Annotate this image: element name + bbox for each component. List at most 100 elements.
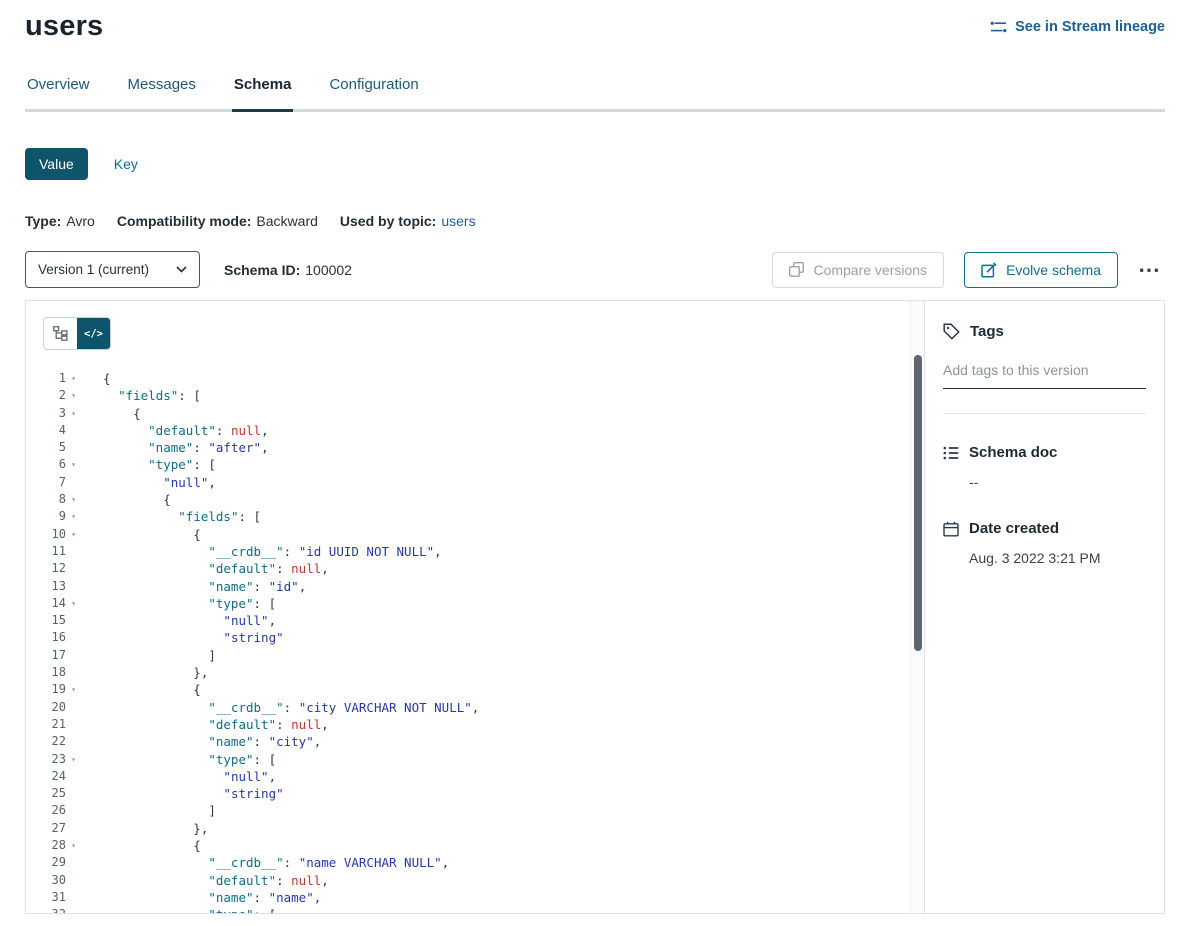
fold-toggle-icon[interactable]: ▾	[66, 508, 81, 525]
fold-spacer	[66, 560, 81, 577]
fold-toggle-icon[interactable]: ▾	[66, 837, 81, 854]
schema-id: Schema ID:100002	[224, 262, 352, 278]
fold-toggle-icon[interactable]: ▾	[66, 491, 81, 508]
tags-input[interactable]	[943, 356, 1146, 389]
version-select-value: Version 1 (current)	[38, 262, 149, 277]
value-toggle-button[interactable]: Value	[25, 148, 88, 180]
schema-doc-heading: Schema doc	[943, 444, 1146, 461]
line-number: 24	[40, 768, 66, 785]
fold-spacer	[66, 629, 81, 646]
evolve-schema-label: Evolve schema	[1006, 262, 1101, 278]
calendar-icon	[943, 521, 959, 537]
line-number: 3	[40, 405, 66, 422]
code-text: "fields": [	[103, 387, 201, 404]
code-line-29: 29 "__crdb__": "name VARCHAR NULL",	[40, 854, 924, 871]
line-number: 23	[40, 751, 66, 768]
fold-toggle-icon[interactable]: ▾	[66, 387, 81, 404]
tree-view-button[interactable]	[44, 318, 77, 349]
code-line-2: 2▾ "fields": [	[40, 387, 924, 404]
tags-section: Tags	[943, 323, 1146, 414]
code-line-7: 7 "null",	[40, 474, 924, 491]
code-text: "string"	[103, 629, 284, 646]
fold-spacer	[66, 889, 81, 906]
fold-spacer	[66, 768, 81, 785]
schema-meta-row: Type:Avro Compatibility mode:Backward Us…	[25, 213, 1165, 229]
fold-toggle-icon[interactable]: ▾	[66, 370, 81, 387]
line-number: 17	[40, 647, 66, 664]
code-line-10: 10▾ {	[40, 526, 924, 543]
code-line-9: 9▾ "fields": [	[40, 508, 924, 525]
tag-icon	[943, 323, 960, 340]
code-text: "string"	[103, 785, 284, 802]
code-text: "type": [	[103, 456, 216, 473]
page-title: users	[25, 10, 103, 43]
line-number: 26	[40, 802, 66, 819]
tab-overview[interactable]: Overview	[25, 76, 92, 109]
line-number: 9	[40, 508, 66, 525]
line-number: 10	[40, 526, 66, 543]
code-line-28: 28▾ {	[40, 837, 924, 854]
code-line-14: 14▾ "type": [	[40, 595, 924, 612]
tab-messages[interactable]: Messages	[126, 76, 198, 109]
line-number: 29	[40, 854, 66, 871]
fold-toggle-icon[interactable]: ▾	[66, 681, 81, 698]
code-line-21: 21 "default": null,	[40, 716, 924, 733]
tab-schema[interactable]: Schema	[232, 76, 294, 112]
line-number: 32	[40, 906, 66, 913]
code-text: "name": "city",	[103, 733, 321, 750]
tab-configuration[interactable]: Configuration	[327, 76, 420, 109]
line-number: 2	[40, 387, 66, 404]
compare-versions-button[interactable]: Compare versions	[772, 252, 944, 288]
code-text: {	[103, 370, 111, 387]
line-number: 15	[40, 612, 66, 629]
code-line-16: 16 "string"	[40, 629, 924, 646]
line-number: 6	[40, 456, 66, 473]
code-text: "null",	[103, 768, 276, 785]
key-toggle-button[interactable]: Key	[114, 156, 138, 172]
code-line-20: 20 "__crdb__": "city VARCHAR NOT NULL",	[40, 699, 924, 716]
line-number: 13	[40, 578, 66, 595]
fold-toggle-icon[interactable]: ▾	[66, 595, 81, 612]
compatibility-value: Backward	[256, 213, 317, 229]
stream-lineage-label: See in Stream lineage	[1015, 19, 1165, 35]
code-text: {	[103, 491, 171, 508]
date-created-title: Date created	[969, 520, 1059, 537]
editor-scrollbar-thumb[interactable]	[914, 355, 922, 651]
date-created-value: Aug. 3 2022 3:21 PM	[969, 550, 1146, 566]
value-key-toggle: Value Key	[25, 148, 1165, 180]
code-view-button[interactable]: </>	[77, 318, 110, 349]
fold-toggle-icon[interactable]: ▾	[66, 906, 81, 913]
code-line-31: 31 "name": "name",	[40, 889, 924, 906]
code-text: {	[103, 837, 201, 854]
code-line-17: 17 ]	[40, 647, 924, 664]
code-text: "fields": [	[103, 508, 261, 525]
fold-spacer	[66, 785, 81, 802]
more-options-button[interactable]: ⋯	[1134, 259, 1165, 281]
code-line-30: 30 "default": null,	[40, 872, 924, 889]
version-select[interactable]: Version 1 (current)	[25, 251, 200, 288]
editor-view-toggle: </>	[43, 317, 111, 350]
topic-link[interactable]: users	[441, 213, 475, 229]
type-meta: Type:Avro	[25, 213, 95, 229]
editor-scrollbar[interactable]	[910, 301, 924, 913]
stream-lineage-link[interactable]: See in Stream lineage	[990, 19, 1165, 35]
code-line-5: 5 "name": "after",	[40, 439, 924, 456]
schema-id-value: 100002	[305, 262, 352, 278]
fold-toggle-icon[interactable]: ▾	[66, 751, 81, 768]
fold-spacer	[66, 612, 81, 629]
line-number: 19	[40, 681, 66, 698]
fold-toggle-icon[interactable]: ▾	[66, 456, 81, 473]
code-text: ]	[103, 647, 216, 664]
line-number: 31	[40, 889, 66, 906]
code-text: "__crdb__": "name VARCHAR NULL",	[103, 854, 449, 871]
line-number: 16	[40, 629, 66, 646]
type-label: Type:	[25, 213, 61, 229]
fold-toggle-icon[interactable]: ▾	[66, 405, 81, 422]
line-number: 25	[40, 785, 66, 802]
evolve-schema-button[interactable]: Evolve schema	[964, 252, 1118, 288]
code-line-3: 3▾ {	[40, 405, 924, 422]
fold-toggle-icon[interactable]: ▾	[66, 526, 81, 543]
code-text: "type": [	[103, 906, 276, 913]
compare-versions-label: Compare versions	[813, 262, 927, 278]
sidebar-divider	[943, 413, 1146, 414]
